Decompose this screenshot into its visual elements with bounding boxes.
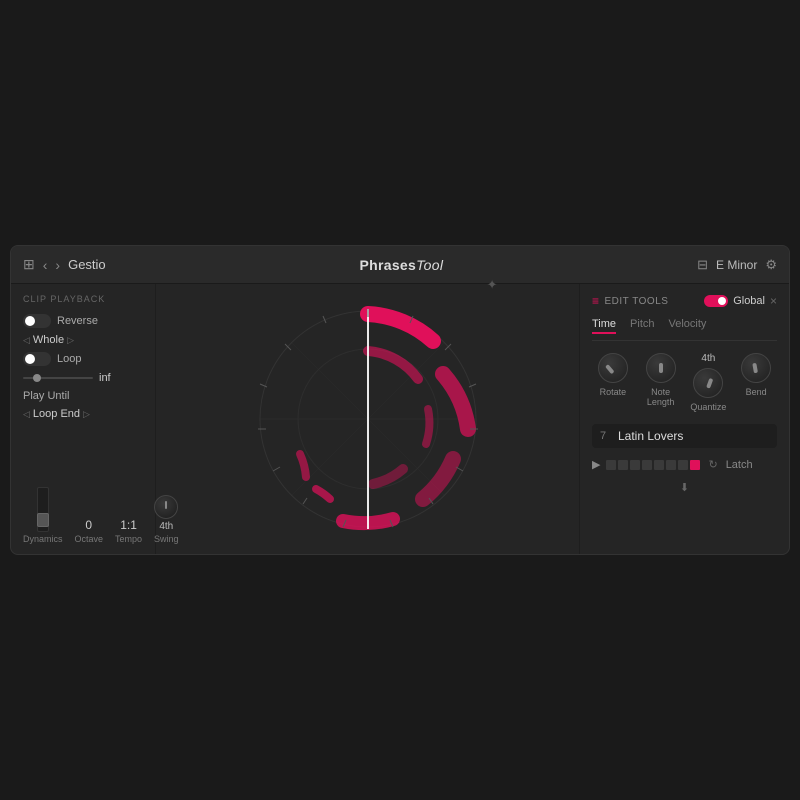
step-8[interactable]: [690, 460, 700, 470]
whole-prev-btn[interactable]: ◁: [23, 335, 30, 346]
center-panel: ✦: [156, 284, 579, 554]
global-toggle[interactable]: [704, 295, 728, 307]
fader-thumb: [37, 513, 49, 527]
tempo-value: 1:1: [120, 518, 137, 532]
dynamics-group: Dynamics: [23, 487, 63, 544]
tab-pitch[interactable]: Pitch: [630, 318, 654, 334]
note-length-knob[interactable]: [646, 353, 676, 383]
phrase-circle[interactable]: [248, 299, 488, 539]
save-icon[interactable]: ⬇: [592, 481, 777, 494]
app-name: Gestio: [68, 257, 106, 272]
play-until-row: Play Until: [23, 390, 143, 402]
dynamics-fader[interactable]: [37, 487, 49, 532]
app-icon: ⊞: [23, 256, 35, 273]
step-3[interactable]: [630, 460, 640, 470]
slider-dot: [33, 374, 41, 382]
edit-tools-label: ≡ EDIT TOOLS: [592, 294, 668, 308]
reverse-row: Reverse: [23, 314, 143, 328]
preset-row[interactable]: 7 Latin Lovers: [592, 424, 777, 448]
title-bar: ⊞ ‹ › Gestio PhrasesTool ⊟ E Minor ⚙: [11, 246, 789, 284]
play-until-label: Play Until: [23, 390, 69, 402]
step-5[interactable]: [654, 460, 664, 470]
slider-row: inf: [23, 372, 143, 384]
whole-row: ◁ Whole ▷: [23, 334, 143, 346]
step-1[interactable]: [606, 460, 616, 470]
tools-grid: Rotate Note Length 4th Quantize: [592, 353, 777, 412]
rotate-knob[interactable]: [598, 353, 628, 383]
circle-container: ✦: [248, 299, 488, 539]
quantize-value: 4th: [701, 353, 715, 364]
circle-settings-icon[interactable]: ✦: [487, 277, 498, 293]
left-panel: CLIP PLAYBACK Reverse ◁ Whole ▷ Loop: [11, 284, 156, 554]
loop-end-label: Loop End: [33, 408, 80, 420]
octave-group: 0 Octave: [75, 518, 104, 544]
preset-name: Latin Lovers: [618, 429, 769, 443]
step-4[interactable]: [642, 460, 652, 470]
nav-prev-btn[interactable]: ‹: [43, 257, 48, 273]
title-bar-left: ⊞ ‹ › Gestio: [23, 256, 106, 273]
loop-icon[interactable]: ↻: [708, 458, 717, 471]
close-btn[interactable]: ×: [770, 294, 777, 308]
whole-value: Whole: [33, 334, 64, 346]
loop-end-control: ◁ Loop End ▷: [23, 408, 90, 420]
latch-label: Latch: [726, 459, 753, 471]
bars-icon: ≡: [592, 294, 600, 308]
playback-row: ▶ ↻ Latch: [592, 458, 777, 471]
step-7[interactable]: [678, 460, 688, 470]
tab-time[interactable]: Time: [592, 318, 616, 334]
loop-label: Loop: [57, 353, 81, 365]
plugin-window: ⊞ ‹ › Gestio PhrasesTool ⊟ E Minor ⚙ CLI…: [10, 245, 790, 555]
loop-end-prev-btn[interactable]: ◁: [23, 409, 30, 420]
tab-velocity[interactable]: Velocity: [669, 318, 707, 334]
rotate-tool: Rotate: [592, 353, 634, 412]
preset-num: 7: [600, 430, 612, 442]
track-steps: [606, 460, 700, 470]
octave-label: Octave: [75, 534, 104, 544]
bottom-controls: Dynamics 0 Octave 1:1 Tempo 4th Swing: [23, 479, 143, 544]
layout-icon[interactable]: ⊟: [697, 257, 708, 273]
tempo-label: Tempo: [115, 534, 142, 544]
dynamics-label: Dynamics: [23, 534, 63, 544]
global-toggle-group: Global ×: [704, 294, 777, 308]
loop-toggle[interactable]: [23, 352, 51, 366]
loop-row: Loop: [23, 352, 143, 366]
note-length-tool: Note Length: [640, 353, 682, 412]
tempo-group: 1:1 Tempo: [115, 518, 142, 544]
reverse-toggle[interactable]: [23, 314, 51, 328]
step-6[interactable]: [666, 460, 676, 470]
plugin-title: PhrasesTool: [360, 257, 444, 273]
nav-next-btn[interactable]: ›: [55, 257, 60, 273]
reverse-label: Reverse: [57, 315, 98, 327]
loop-end-next-btn[interactable]: ▷: [83, 409, 90, 420]
rotate-label: Rotate: [600, 387, 627, 397]
settings-icon[interactable]: ⚙: [765, 257, 777, 273]
main-content: CLIP PLAYBACK Reverse ◁ Whole ▷ Loop: [11, 284, 789, 554]
octave-value: 0: [85, 518, 92, 532]
play-btn[interactable]: ▶: [592, 458, 600, 471]
quantize-tool: 4th Quantize: [688, 353, 730, 412]
loop-slider[interactable]: [23, 377, 93, 379]
right-panel: ≡ EDIT TOOLS Global × Time Pitch Velocit…: [579, 284, 789, 554]
quantize-label: Quantize: [690, 402, 726, 412]
tab-row: Time Pitch Velocity: [592, 318, 777, 341]
bend-tool: Bend: [735, 353, 777, 412]
clip-playback-label: CLIP PLAYBACK: [23, 294, 143, 304]
key-display: E Minor: [716, 258, 757, 272]
edit-tools-header: ≡ EDIT TOOLS Global ×: [592, 294, 777, 308]
slider-value: inf: [99, 372, 111, 384]
quantize-knob[interactable]: [693, 368, 723, 398]
step-2[interactable]: [618, 460, 628, 470]
bend-knob[interactable]: [741, 353, 771, 383]
loop-end-row: ◁ Loop End ▷: [23, 408, 143, 420]
whole-next-btn[interactable]: ▷: [67, 335, 74, 346]
bend-label: Bend: [746, 387, 767, 397]
note-length-label: Note Length: [640, 387, 682, 407]
title-bar-right: ⊟ E Minor ⚙: [697, 257, 777, 273]
global-label: Global: [733, 295, 765, 307]
whole-arrow-control: ◁ Whole ▷: [23, 334, 74, 346]
title-bar-center: PhrasesTool: [106, 257, 697, 273]
